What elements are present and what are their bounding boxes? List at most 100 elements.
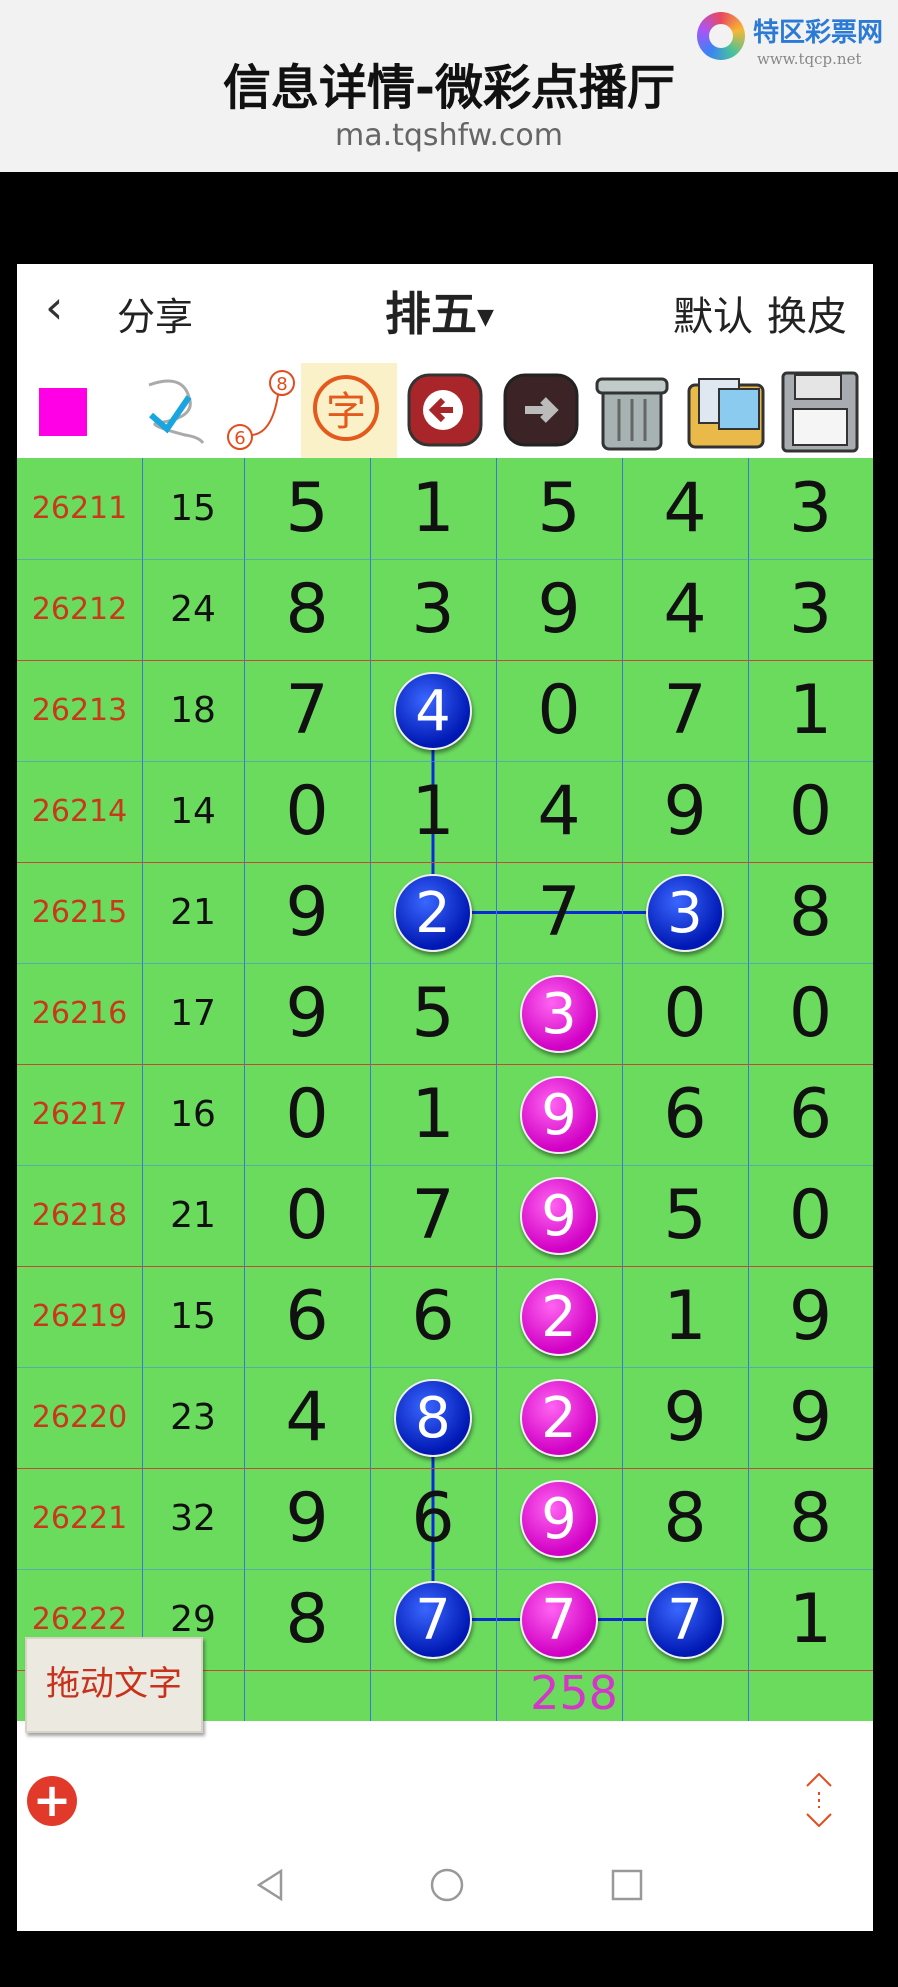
chevron-left-icon[interactable]: ‹ bbox=[45, 280, 63, 334]
text-tool-button[interactable]: 字 bbox=[301, 363, 397, 458]
digit-sum: 15 bbox=[170, 1296, 216, 1337]
recent-square-icon[interactable] bbox=[607, 1865, 647, 1905]
draw-digit: 1 bbox=[411, 1075, 455, 1154]
draw-digit: 3 bbox=[788, 469, 833, 548]
page-header: 信息详情-微彩点播厅 ma.tqshfw.com 特区彩票网 www.tqcp.… bbox=[0, 0, 898, 172]
draw-digit: 8 bbox=[663, 1479, 707, 1558]
period-number: 26221 bbox=[31, 1501, 128, 1536]
plus-circle-icon[interactable]: + bbox=[27, 1776, 77, 1826]
brand-site: www.tqcp.net bbox=[757, 50, 862, 68]
home-circle-icon[interactable] bbox=[427, 1865, 467, 1905]
draw-digit: 1 bbox=[788, 1580, 833, 1659]
forward-arrow-icon[interactable] bbox=[501, 363, 581, 458]
draw-digit: 7 bbox=[411, 1176, 455, 1255]
draw-digit: 5 bbox=[411, 974, 455, 1053]
picture-icon[interactable] bbox=[683, 363, 769, 458]
draw-digit: 1 bbox=[788, 671, 833, 750]
trash-icon[interactable] bbox=[589, 363, 675, 458]
back-arrow-icon[interactable] bbox=[405, 363, 485, 458]
magenta-ball-marker: 9 bbox=[520, 1176, 598, 1255]
system-nav-bar bbox=[17, 1841, 873, 1931]
blue-ball-marker: 2 bbox=[394, 873, 472, 952]
draw-digit: 8 bbox=[788, 1479, 833, 1558]
magenta-ball-marker: 7 bbox=[520, 1580, 598, 1659]
draw-digit: 1 bbox=[411, 772, 455, 851]
draw-digit: 0 bbox=[537, 671, 581, 750]
draw-digit: 5 bbox=[285, 469, 329, 548]
magenta-ball-marker: 3 bbox=[520, 974, 598, 1053]
digit-sum: 21 bbox=[170, 1195, 216, 1236]
save-disk-icon[interactable] bbox=[777, 363, 863, 458]
skin-button[interactable]: 换皮 bbox=[767, 284, 847, 342]
draw-digit: 6 bbox=[411, 1479, 455, 1558]
period-number: 26213 bbox=[31, 693, 128, 728]
digit-sum: 21 bbox=[170, 892, 216, 933]
draw-digit: 0 bbox=[285, 772, 329, 851]
lottery-selector[interactable]: 排五▼ bbox=[385, 278, 494, 344]
draw-digit: 9 bbox=[285, 974, 329, 1053]
blue-ball-marker: 8 bbox=[394, 1378, 472, 1457]
magenta-ball-marker: 9 bbox=[520, 1479, 598, 1558]
draw-digit: 0 bbox=[663, 974, 707, 1053]
draw-digit: 9 bbox=[663, 772, 707, 851]
digit-sum: 16 bbox=[170, 1094, 216, 1135]
draw-digit: 9 bbox=[285, 873, 329, 952]
app-bar: ‹ 分享 排五▼ 默认 换皮 bbox=[17, 264, 873, 363]
draw-digit bbox=[622, 1670, 748, 1721]
draw-digit: 8 bbox=[788, 873, 833, 952]
period-number: 26219 bbox=[31, 1299, 128, 1334]
draw-digit bbox=[244, 1670, 370, 1721]
blue-ball-marker: 7 bbox=[646, 1580, 724, 1659]
draw-digit: 7 bbox=[285, 671, 329, 750]
pen-icon[interactable] bbox=[127, 363, 217, 458]
drawing-toolbar: 8 6 字 bbox=[17, 363, 873, 458]
draw-digit bbox=[370, 1670, 496, 1721]
draw-digit: 0 bbox=[788, 772, 833, 851]
digit-sum: 32 bbox=[170, 1498, 216, 1539]
draw-digit: 6 bbox=[411, 1277, 455, 1356]
color-swatch-button[interactable] bbox=[39, 388, 87, 436]
blue-ball-marker: 4 bbox=[394, 671, 472, 750]
period-number: 26217 bbox=[31, 1097, 128, 1132]
brand-logo: 特区彩票网 www.tqcp.net bbox=[697, 10, 897, 70]
draw-digit: 1 bbox=[663, 1277, 707, 1356]
period-number: 26214 bbox=[31, 794, 128, 829]
period-number: 26216 bbox=[31, 996, 128, 1031]
draw-digit: 8 bbox=[285, 570, 329, 649]
draw-digit: 0 bbox=[285, 1075, 329, 1154]
sequence-icon[interactable]: 8 6 bbox=[222, 363, 302, 458]
app-screen: ‹ 分享 排五▼ 默认 换皮 8 6 字 258 26211 15 5 1 5 … bbox=[17, 264, 873, 1931]
share-button[interactable]: 分享 bbox=[117, 286, 193, 341]
draw-digit: 5 bbox=[537, 469, 581, 548]
digit-sum: 18 bbox=[170, 690, 216, 731]
drag-text-button[interactable]: 拖动文字 bbox=[25, 1637, 203, 1733]
text-tool-icon: 字 bbox=[313, 375, 379, 441]
period-number: 26218 bbox=[31, 1198, 128, 1233]
digit-sum: 23 bbox=[170, 1397, 216, 1438]
draw-digit: 8 bbox=[285, 1580, 329, 1659]
period-number: 26215 bbox=[31, 895, 128, 930]
period-number: 26212 bbox=[31, 592, 128, 627]
draw-digit: 6 bbox=[663, 1075, 707, 1154]
trend-chart-grid: 258 703 26211155154326212248394326213187… bbox=[17, 458, 873, 1721]
digit-sum: 14 bbox=[170, 791, 216, 832]
default-button[interactable]: 默认 bbox=[673, 284, 753, 342]
seq-top-label: 8 bbox=[276, 374, 287, 395]
back-triangle-icon[interactable] bbox=[251, 1865, 291, 1905]
draw-digit: 6 bbox=[285, 1277, 329, 1356]
draw-digit: 4 bbox=[663, 570, 707, 649]
draw-digit bbox=[748, 1670, 873, 1721]
draw-digit: 9 bbox=[537, 570, 581, 649]
blue-ball-marker: 7 bbox=[394, 1580, 472, 1659]
draw-digit: 0 bbox=[285, 1176, 329, 1255]
draw-digit: 1 bbox=[411, 469, 455, 548]
magenta-ball-marker: 9 bbox=[520, 1075, 598, 1154]
draw-digit: 3 bbox=[788, 570, 833, 649]
page-url: ma.tqshfw.com bbox=[334, 118, 564, 153]
brand-name: 特区彩票网 bbox=[753, 18, 884, 48]
draw-digit bbox=[496, 1670, 622, 1721]
vertical-arrows-icon[interactable] bbox=[799, 1770, 839, 1830]
digit-sum: 15 bbox=[170, 488, 216, 529]
draw-digit: 3 bbox=[411, 570, 455, 649]
draw-digit: 6 bbox=[788, 1075, 833, 1154]
